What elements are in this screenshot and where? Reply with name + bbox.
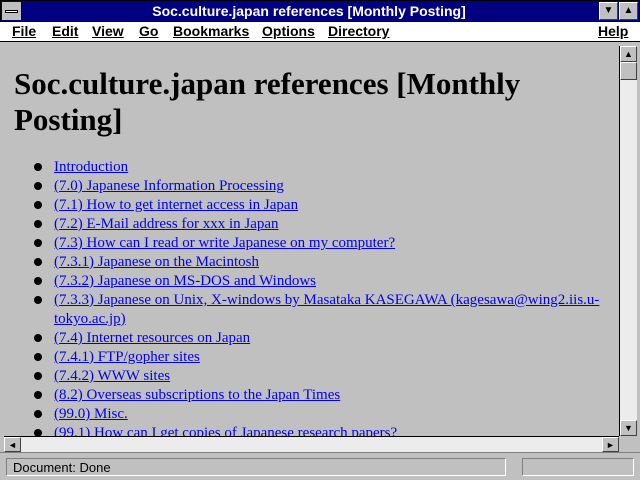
list-item: (7.3) How can I read or write Japanese o… [14, 234, 610, 253]
link-7-1[interactable]: (7.1) How to get internet access in Japa… [54, 197, 298, 213]
link-8-2[interactable]: (8.2) Overseas subscriptions to the Japa… [54, 387, 340, 403]
scrollbar-corner [619, 436, 637, 452]
bullet-icon [34, 220, 42, 228]
list-item: (99.1) How can I get copies of Japanese … [14, 424, 610, 436]
bullet-icon [34, 372, 42, 380]
list-item: (7.4) Internet resources on Japan [14, 329, 610, 348]
vertical-scrollbar[interactable]: ▲ ▼ [619, 46, 637, 436]
link-7-3-2[interactable]: (7.3.2) Japanese on MS-DOS and Windows [54, 273, 316, 289]
arrow-right-icon: ► [606, 440, 615, 450]
scroll-down-button[interactable]: ▼ [620, 420, 637, 436]
menu-view[interactable]: View [92, 23, 124, 39]
list-item: (99.0) Misc. [14, 405, 610, 424]
list-item: Introduction [14, 158, 610, 177]
menu-file[interactable]: File [12, 23, 36, 39]
link-7-2[interactable]: (7.2) E-Mail address for xxx in Japan [54, 216, 279, 232]
list-item: (7.3.1) Japanese on the Macintosh [14, 253, 610, 272]
bullet-icon [34, 239, 42, 247]
bullet-icon [34, 410, 42, 418]
vertical-scroll-thumb[interactable] [620, 62, 637, 80]
maximize-icon: ▲ [623, 5, 634, 16]
minimize-button[interactable]: ▼ [599, 2, 618, 20]
arrow-left-icon: ◄ [8, 440, 17, 450]
scroll-right-button[interactable]: ► [602, 437, 619, 452]
maximize-button[interactable]: ▲ [619, 2, 638, 20]
bullet-icon [34, 182, 42, 190]
list-item: (7.4.2) WWW sites [14, 367, 610, 386]
bullet-icon [34, 201, 42, 209]
menu-options[interactable]: Options [262, 23, 315, 39]
progress-indicator [522, 458, 634, 476]
bullet-icon [34, 391, 42, 399]
link-7-4-2[interactable]: (7.4.2) WWW sites [54, 368, 170, 384]
list-item: (7.2) E-Mail address for xxx in Japan [14, 215, 610, 234]
bullet-icon [34, 296, 42, 304]
list-item: (8.2) Overseas subscriptions to the Japa… [14, 386, 610, 405]
document-body: Soc.culture.japan references [Monthly Po… [14, 46, 610, 436]
link-7-3-3[interactable]: (7.3.3) Japanese on Unix, X-windows by M… [54, 292, 599, 327]
menu-edit[interactable]: Edit [52, 23, 78, 39]
scroll-left-button[interactable]: ◄ [4, 437, 21, 452]
link-7-3-1[interactable]: (7.3.1) Japanese on the Macintosh [54, 254, 259, 270]
bullet-icon [34, 353, 42, 361]
window-title: Soc.culture.japan references [Monthly Po… [152, 3, 466, 19]
arrow-up-icon: ▲ [624, 49, 633, 59]
link-introduction[interactable]: Introduction [54, 159, 128, 175]
menu-directory[interactable]: Directory [328, 23, 389, 39]
list-item: (7.0) Japanese Information Processing [14, 177, 610, 196]
status-text: Document: Done [6, 458, 506, 476]
bullet-icon [34, 429, 42, 436]
bullet-icon [34, 277, 42, 285]
minimize-icon: ▼ [603, 5, 614, 16]
link-7-3[interactable]: (7.3) How can I read or write Japanese o… [54, 235, 395, 251]
menu-bookmarks[interactable]: Bookmarks [173, 23, 249, 39]
scroll-up-button[interactable]: ▲ [620, 46, 637, 62]
menu-go[interactable]: Go [139, 23, 158, 39]
bullet-icon [34, 258, 42, 266]
list-item: (7.4.1) FTP/gopher sites [14, 348, 610, 367]
reference-list: Introduction (7.0) Japanese Information … [14, 158, 610, 436]
page-heading: Soc.culture.japan references [Monthly Po… [14, 66, 521, 137]
document-view: Soc.culture.japan references [Monthly Po… [4, 46, 618, 436]
list-item: (7.3.2) Japanese on MS-DOS and Windows [14, 272, 610, 291]
bullet-icon [34, 334, 42, 342]
link-7-4-1[interactable]: (7.4.1) FTP/gopher sites [54, 349, 200, 365]
system-menu-icon [5, 10, 18, 13]
link-7-0[interactable]: (7.0) Japanese Information Processing [54, 178, 284, 194]
arrow-down-icon: ▼ [624, 423, 633, 433]
system-menu-button[interactable] [2, 2, 22, 20]
list-item: (7.1) How to get internet access in Japa… [14, 196, 610, 215]
status-bar: Document: Done [0, 452, 640, 480]
horizontal-scrollbar[interactable]: ◄ ► [4, 436, 619, 452]
link-7-4[interactable]: (7.4) Internet resources on Japan [54, 330, 250, 346]
menu-help[interactable]: Help [598, 23, 628, 39]
bullet-icon [34, 163, 42, 171]
link-99-1[interactable]: (99.1) How can I get copies of Japanese … [54, 425, 397, 436]
menu-bar: File Edit View Go Bookmarks Options Dire… [0, 22, 640, 42]
link-99-0[interactable]: (99.0) Misc. [54, 406, 128, 422]
title-bar: Soc.culture.japan references [Monthly Po… [0, 0, 640, 22]
list-item: (7.3.3) Japanese on Unix, X-windows by M… [14, 291, 610, 329]
